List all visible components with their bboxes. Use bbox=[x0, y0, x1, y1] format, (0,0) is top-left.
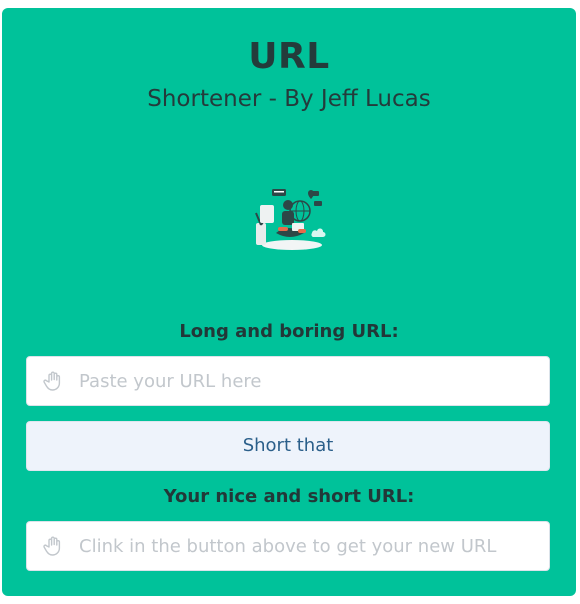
short-that-button[interactable]: Short that bbox=[26, 421, 550, 471]
person-with-laptop-illustration bbox=[255, 189, 326, 250]
page-subtitle: Shortener - By Jeff Lucas bbox=[147, 86, 431, 112]
short-url-field[interactable] bbox=[26, 521, 550, 571]
hand-icon bbox=[43, 536, 61, 556]
page-title: URL bbox=[248, 36, 330, 77]
shortener-card: URL Shortener - By Jeff Lucas Long and b… bbox=[2, 8, 576, 596]
short-url-input[interactable] bbox=[79, 522, 549, 570]
hand-icon bbox=[43, 371, 61, 391]
long-url-field[interactable] bbox=[26, 356, 550, 406]
long-url-label: Long and boring URL: bbox=[179, 321, 399, 342]
long-url-input[interactable] bbox=[79, 357, 549, 405]
short-url-label: Your nice and short URL: bbox=[163, 486, 415, 507]
